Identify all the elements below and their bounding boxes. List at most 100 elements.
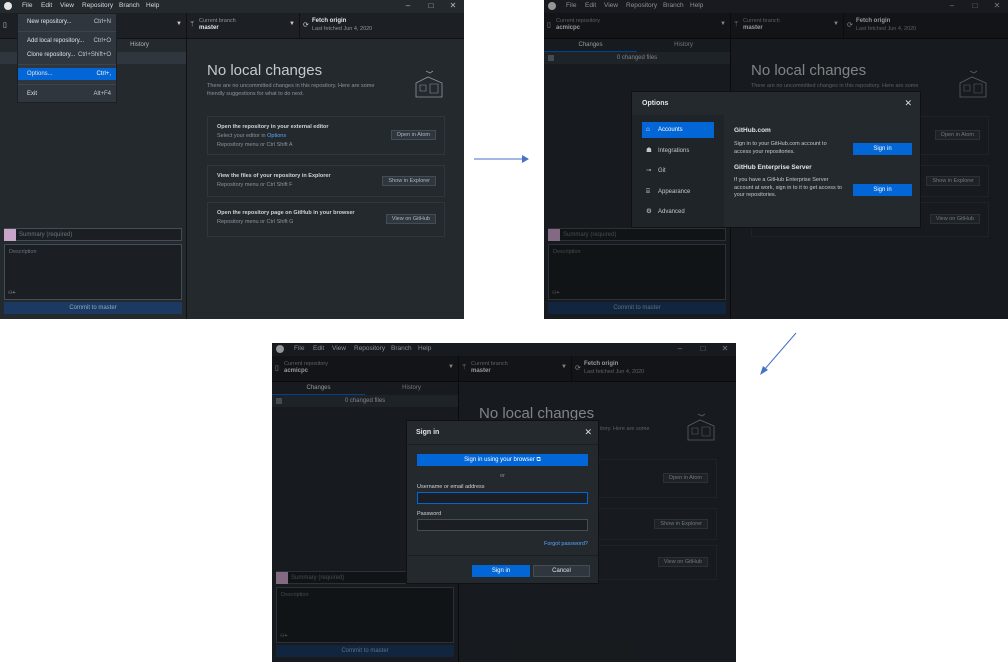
nav-label: Appearance bbox=[658, 189, 691, 195]
username-label: Username or email address bbox=[417, 484, 485, 490]
fetch-sub: Last fetched Jun 4, 2020 bbox=[312, 26, 373, 32]
nav-integrations[interactable]: ☗ Integrations bbox=[642, 143, 714, 159]
password-label: Password bbox=[417, 511, 442, 517]
main-panel: No local changes There are no uncommitte… bbox=[188, 39, 464, 319]
divider bbox=[407, 555, 598, 556]
chevron-down-icon: ▼ bbox=[176, 21, 182, 27]
repo-icon: ▯ bbox=[3, 22, 7, 29]
card-title: Open the repository in your external edi… bbox=[217, 124, 329, 130]
username-input[interactable] bbox=[417, 492, 588, 504]
house-illustration-icon bbox=[415, 70, 443, 98]
ghe-sign-in-button[interactable]: Sign in bbox=[853, 184, 912, 196]
branch-value: master bbox=[199, 25, 219, 31]
window-sign-in: File Edit View Repository Branch Help – … bbox=[272, 343, 736, 662]
description-input[interactable]: Description ⚇+ bbox=[4, 244, 182, 300]
nav-advanced[interactable]: ⚙ Advanced bbox=[642, 204, 714, 220]
commit-button[interactable]: Commit to master bbox=[4, 302, 182, 314]
ghe-text: If you have a GitHub Enterprise Server a… bbox=[734, 177, 842, 198]
window-file-menu: File Edit View Repository Branch Help – … bbox=[0, 0, 464, 319]
minimize-icon[interactable]: – bbox=[401, 1, 415, 10]
person-icon: ☗ bbox=[646, 147, 652, 154]
no-changes-title: No local changes bbox=[207, 62, 323, 79]
menu-item-new-repository[interactable]: New repository... Ctrl+N bbox=[18, 16, 116, 28]
divider bbox=[407, 444, 598, 445]
fetch-origin-button[interactable]: ⟳ Fetch origin Last fetched Jun 4, 2020 bbox=[300, 13, 410, 39]
menu-view[interactable]: View bbox=[60, 2, 74, 9]
file-menu-dropdown: New repository... Ctrl+N Add local reposi… bbox=[17, 13, 117, 103]
window-options: File Edit View Repository Branch Help – … bbox=[544, 0, 1008, 319]
close-icon[interactable]: ✕ bbox=[904, 98, 912, 109]
menu-divider bbox=[18, 84, 116, 85]
nav-label: Git bbox=[658, 168, 666, 174]
options-title: Options bbox=[642, 100, 669, 107]
menu-item-shortcut: Ctrl+, bbox=[96, 71, 111, 77]
card-shortcut: Repository menu or Ctrl Shift G bbox=[217, 219, 294, 225]
nav-git[interactable]: ⊸ Git bbox=[642, 163, 714, 179]
branch-label: Current branch bbox=[199, 18, 236, 24]
home-icon: ⌂ bbox=[646, 126, 650, 133]
menu-item-shortcut: Ctrl+O bbox=[93, 38, 111, 44]
sync-icon: ⟳ bbox=[303, 22, 309, 29]
menu-item-shortcut: Ctrl+N bbox=[93, 19, 111, 25]
settings-icon: ⚙ bbox=[646, 208, 652, 215]
options-nav: ⌂ Accounts ☗ Integrations ⊸ Git ⌸ Appearance… bbox=[632, 115, 724, 227]
sign-in-browser-button[interactable]: Sign in using your browser ⧉ bbox=[417, 454, 588, 466]
sign-in-button[interactable]: Sign in bbox=[472, 565, 530, 577]
nav-accounts[interactable]: ⌂ Accounts bbox=[642, 122, 714, 138]
card-title: Open the repository page on GitHub in yo… bbox=[217, 210, 355, 216]
options-link[interactable]: Options bbox=[267, 133, 286, 139]
open-in-atom-button[interactable]: Open in Atom bbox=[390, 130, 436, 140]
close-icon[interactable]: ✕ bbox=[584, 427, 592, 438]
menu-help[interactable]: Help bbox=[146, 2, 159, 9]
menu-item-shortcut: Alt+F4 bbox=[93, 91, 111, 97]
menu-item-exit[interactable]: Exit Alt+F4 bbox=[18, 88, 116, 100]
maximize-icon[interactable]: □ bbox=[424, 1, 438, 10]
close-icon[interactable]: ✕ bbox=[446, 1, 460, 10]
menu-file[interactable]: File bbox=[22, 2, 32, 9]
card-sub-text: Select your editor in bbox=[217, 133, 266, 139]
show-in-explorer-button[interactable]: Show in Explorer bbox=[382, 176, 436, 186]
nav-label: Integrations bbox=[658, 148, 690, 154]
github-text: Sign in to your GitHub.com account to ac… bbox=[734, 141, 827, 155]
nav-label: Advanced bbox=[658, 209, 685, 215]
menu-divider bbox=[18, 64, 116, 65]
menu-divider bbox=[18, 31, 116, 32]
paintbrush-icon: ⌸ bbox=[646, 188, 650, 195]
card-shortcut: Repository menu or Ctrl Shift A bbox=[217, 142, 293, 148]
description-placeholder: Description bbox=[9, 249, 37, 255]
menu-edit[interactable]: Edit bbox=[41, 2, 52, 9]
fetch-label: Fetch origin bbox=[312, 18, 347, 24]
menu-item-label: Clone repository... bbox=[27, 52, 76, 58]
github-heading: GitHub.com bbox=[734, 127, 771, 134]
button-label: Sign in using your browser bbox=[464, 457, 535, 463]
password-input[interactable] bbox=[417, 519, 588, 531]
menu-repository[interactable]: Repository bbox=[82, 2, 113, 9]
git-commit-icon: ⊸ bbox=[646, 167, 652, 174]
co-author-icon[interactable]: ⚇+ bbox=[8, 290, 15, 296]
avatar bbox=[4, 229, 16, 241]
options-dialog: Options ✕ ⌂ Accounts ☗ Integrations ⊸ Git ⌸… bbox=[631, 91, 921, 228]
github-logo-icon bbox=[4, 2, 12, 10]
chevron-down-icon: ▼ bbox=[289, 21, 295, 27]
card-open-editor: Open the repository in your external edi… bbox=[207, 116, 445, 155]
github-sign-in-button[interactable]: Sign in bbox=[853, 143, 912, 155]
nav-appearance[interactable]: ⌸ Appearance bbox=[642, 184, 714, 200]
current-branch-button[interactable]: ᛘ Current branch master ▼ bbox=[187, 13, 300, 39]
menu-item-label: Exit bbox=[27, 91, 38, 97]
forgot-password-link[interactable]: Forgot password? bbox=[544, 541, 588, 547]
menu-item-clone[interactable]: Clone repository... Ctrl+Shift+O bbox=[18, 49, 116, 61]
menu-item-label: Add local repository... bbox=[27, 38, 85, 44]
or-separator: or bbox=[500, 473, 505, 479]
no-changes-subtitle: There are no uncommitted changes in this… bbox=[207, 83, 375, 97]
view-on-github-button[interactable]: View on GitHub bbox=[385, 214, 436, 224]
menu-branch[interactable]: Branch bbox=[119, 2, 140, 9]
menu-item-shortcut: Ctrl+Shift+O bbox=[77, 52, 111, 58]
accounts-pane: GitHub.com Sign in to your GitHub.com ac… bbox=[734, 115, 912, 227]
summary-input[interactable]: Summary (required) bbox=[4, 228, 182, 241]
card-sub: Select your editor in Options bbox=[217, 133, 286, 139]
card-view-github: Open the repository page on GitHub in yo… bbox=[207, 202, 445, 237]
cancel-button[interactable]: Cancel bbox=[533, 565, 590, 577]
summary-placeholder: Summary (required) bbox=[19, 232, 73, 238]
menu-item-add-local[interactable]: Add local repository... Ctrl+O bbox=[18, 35, 116, 47]
menu-item-options[interactable]: Options... Ctrl+, bbox=[18, 68, 116, 80]
